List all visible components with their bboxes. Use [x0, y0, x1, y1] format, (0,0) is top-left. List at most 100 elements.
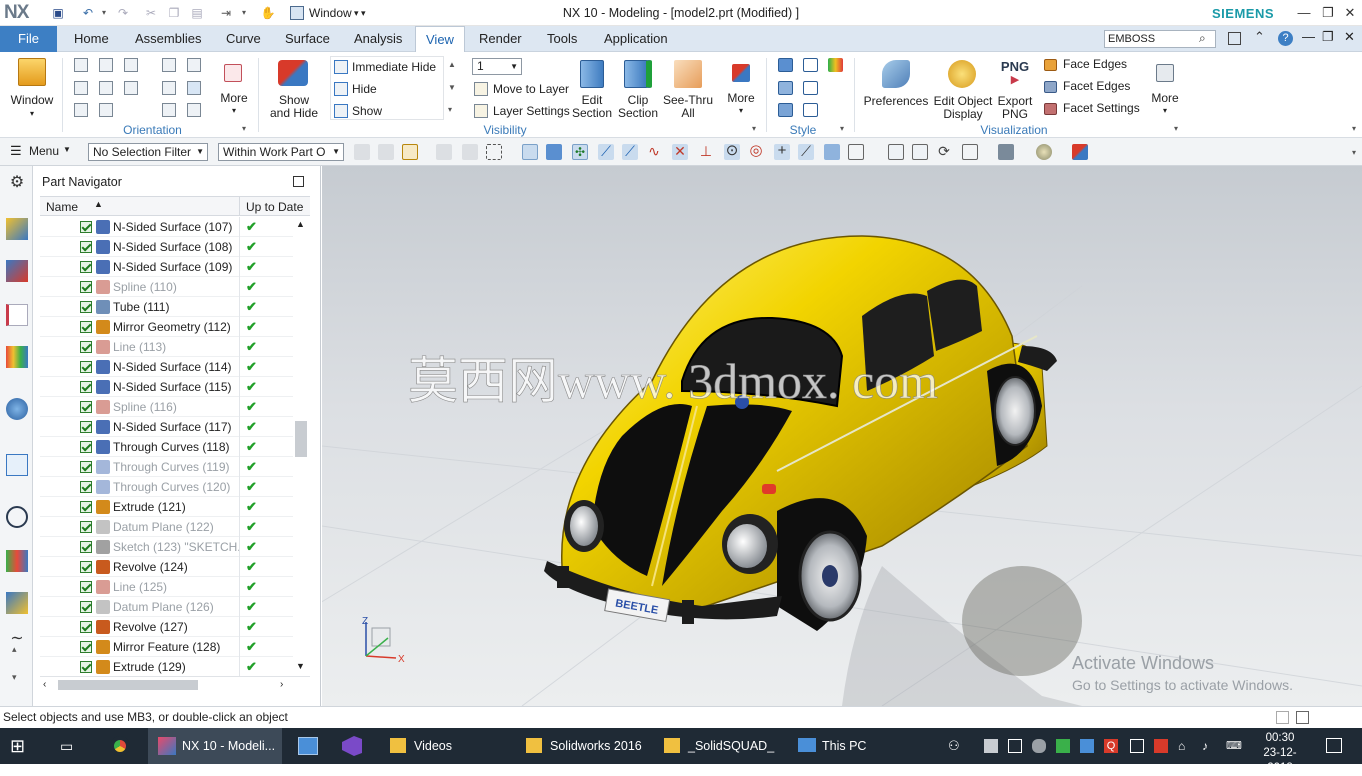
remote-desktop-icon[interactable]: [298, 737, 318, 755]
move-to-layer-button[interactable]: Move to Layer: [493, 82, 569, 96]
visibility-checkbox[interactable]: [80, 621, 92, 633]
collapse-ribbon-icon[interactable]: ⌃: [1254, 29, 1265, 45]
tab-home[interactable]: Home: [74, 26, 109, 52]
scroll-up-icon[interactable]: ▲: [296, 219, 305, 229]
scroll-left-icon[interactable]: ‹: [43, 679, 46, 690]
name-column-header[interactable]: Name: [46, 200, 78, 214]
tab-tools[interactable]: Tools: [547, 26, 577, 52]
tab-render[interactable]: Render: [479, 26, 522, 52]
snap-quadrant-icon[interactable]: ◎: [748, 143, 764, 160]
snap-endpoint-icon[interactable]: ✣: [572, 144, 588, 160]
navigator-row[interactable]: Datum Plane (126) ✔: [40, 597, 304, 617]
visibility-checkbox[interactable]: [80, 501, 92, 513]
visibility-checkbox[interactable]: [80, 221, 92, 233]
snap-intersection-icon[interactable]: ✕: [672, 144, 688, 160]
bottom-view-icon[interactable]: [74, 103, 88, 117]
restore-part-button[interactable]: ❐: [1322, 29, 1334, 45]
rectangle-select-icon[interactable]: [486, 144, 502, 160]
process-studio-icon[interactable]: [6, 550, 28, 572]
gallery-expand-icon[interactable]: ▾: [448, 105, 452, 114]
studio-icon[interactable]: [778, 103, 793, 117]
visibility-checkbox[interactable]: [80, 261, 92, 273]
taskbar-videos[interactable]: Videos: [386, 728, 496, 764]
visibility-checkbox[interactable]: [80, 341, 92, 353]
taskbar-solidsquad[interactable]: _SolidSQUAD_: [660, 728, 774, 764]
restore-button[interactable]: ❐: [1318, 3, 1338, 23]
tab-curve[interactable]: Curve: [226, 26, 261, 52]
fit-icon[interactable]: [74, 58, 88, 72]
face-edges-button[interactable]: Face Edges: [1063, 57, 1127, 71]
visibility-checkbox[interactable]: [80, 541, 92, 553]
people-icon[interactable]: ⚇: [948, 739, 962, 753]
snap-tangent-icon[interactable]: ⊥: [698, 144, 714, 160]
visibility-checkbox[interactable]: [80, 241, 92, 253]
constraint-navigator-icon[interactable]: [6, 260, 28, 282]
roles-icon[interactable]: [6, 592, 28, 614]
front-view-icon[interactable]: [99, 81, 113, 95]
orientation-more-button[interactable]: More ▾: [216, 58, 252, 122]
taskbar-thispc[interactable]: This PC: [794, 728, 884, 764]
wireframe-dim-icon[interactable]: [778, 81, 793, 95]
navigator-row[interactable]: N-Sided Surface (109) ✔: [40, 257, 304, 277]
shaded-with-edges-icon[interactable]: [778, 58, 793, 72]
tab-assemblies[interactable]: Assemblies: [135, 26, 201, 52]
chrome-icon[interactable]: [110, 736, 130, 756]
chevron-down-icon[interactable]: ▾: [242, 124, 246, 133]
horizontal-scrollbar[interactable]: ‹ ›: [40, 676, 310, 692]
clip-section-button[interactable]: Clip Section: [616, 54, 660, 122]
visibility-checkbox[interactable]: [80, 361, 92, 373]
chevron-down-icon[interactable]: ▾: [1174, 124, 1178, 133]
restore-view-icon[interactable]: [187, 103, 201, 117]
file-tab[interactable]: File: [0, 26, 57, 52]
snap-arc-icon[interactable]: ∿: [646, 144, 662, 160]
minimize-part-button[interactable]: —: [1302, 29, 1315, 44]
visibility-checkbox[interactable]: [80, 481, 92, 493]
network-icon[interactable]: ⌂: [1178, 739, 1192, 753]
visibility-checkbox[interactable]: [80, 421, 92, 433]
zoom-window-icon[interactable]: [912, 144, 928, 160]
snap-line-icon[interactable]: ⟋: [622, 144, 638, 160]
vertical-scrollbar[interactable]: ▲ ▼: [293, 217, 309, 677]
preferences-button[interactable]: Preferences: [862, 54, 930, 122]
immediate-hide-button[interactable]: Immediate Hide: [352, 60, 436, 74]
system-clock[interactable]: 00:30 23-12-2018: [1262, 731, 1298, 776]
language-icon[interactable]: ⌨: [1226, 739, 1242, 753]
taskbar-solidworks[interactable]: Solidworks 2016: [522, 728, 646, 764]
action-center-icon[interactable]: [1326, 738, 1342, 753]
tab-surface[interactable]: Surface: [285, 26, 330, 52]
blue-app-icon[interactable]: [1080, 739, 1094, 753]
background-icon[interactable]: [1036, 144, 1052, 160]
hide-button[interactable]: Hide: [352, 82, 377, 96]
rotate-view-icon[interactable]: ⟳: [936, 144, 952, 160]
visibility-checkbox[interactable]: [80, 441, 92, 453]
tab-application[interactable]: Application: [604, 26, 668, 52]
minimize-button[interactable]: —: [1294, 3, 1314, 23]
navigator-row[interactable]: Line (113) ✔: [40, 337, 304, 357]
navigator-row[interactable]: N-Sided Surface (108) ✔: [40, 237, 304, 257]
volume-icon[interactable]: ♪: [1202, 739, 1216, 753]
snap-on-curve-icon[interactable]: ⟋: [798, 144, 814, 160]
graphics-window[interactable]: BEETLE 莫西网www. 3dmox. com Z X Activate W…: [322, 166, 1362, 706]
snap-existing-point-icon[interactable]: +: [774, 143, 790, 160]
layer-settings-button[interactable]: Layer Settings: [493, 104, 570, 118]
antivirus-icon[interactable]: [1154, 739, 1168, 753]
settings-gear-icon[interactable]: ⚙: [6, 172, 28, 194]
taskbar-nx[interactable]: NX 10 - Modeli...: [148, 728, 282, 764]
part-navigator-icon[interactable]: [6, 304, 28, 326]
web-browser-icon[interactable]: [6, 454, 28, 476]
see-thru-all-button[interactable]: See-Thru All: [662, 54, 714, 122]
navigator-row[interactable]: N-Sided Surface (107) ✔: [40, 217, 304, 237]
q-app-icon[interactable]: Q: [1104, 739, 1118, 753]
snap-point-icon[interactable]: [402, 144, 418, 160]
tab-view[interactable]: View: [415, 26, 465, 52]
navigator-row[interactable]: N-Sided Surface (117) ✔: [40, 417, 304, 437]
general-filter-icon[interactable]: [378, 144, 394, 160]
back-view-icon[interactable]: [99, 103, 113, 117]
visibility-checkbox[interactable]: [80, 461, 92, 473]
trimetric-icon[interactable]: [162, 58, 176, 72]
orient-view-icon[interactable]: [187, 81, 201, 95]
visibility-checkbox[interactable]: [80, 601, 92, 613]
top-view-icon[interactable]: [74, 81, 88, 95]
notification-app-icon[interactable]: [1130, 739, 1144, 753]
type-filter-icon[interactable]: [354, 144, 370, 160]
